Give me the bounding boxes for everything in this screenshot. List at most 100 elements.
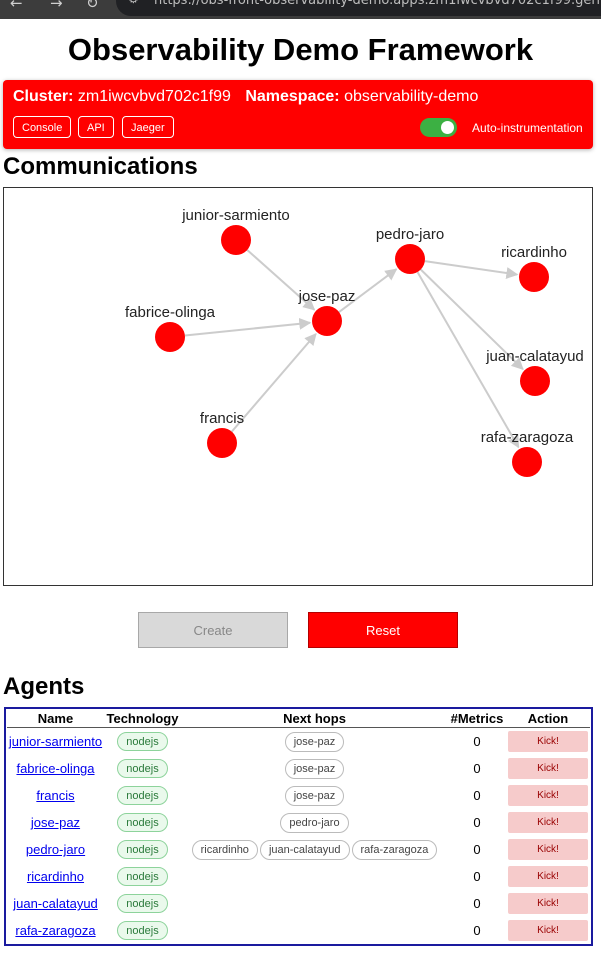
toggle-knob: [441, 121, 454, 134]
metrics-cell: 0: [473, 761, 481, 776]
kick-button[interactable]: Kick!: [508, 839, 588, 860]
graph-edge: [231, 332, 317, 433]
reset-button[interactable]: Reset: [308, 612, 458, 648]
action-cell: Kick!: [506, 863, 590, 890]
agent-link[interactable]: ricardinho: [27, 869, 84, 884]
agent-name-cell: fabrice-olinga: [7, 755, 104, 782]
technology-badge: nodejs: [117, 840, 168, 859]
graph-canvas[interactable]: junior-sarmiento fabrice-olinga francis jos…: [4, 188, 592, 585]
metrics-cell: 0: [473, 869, 481, 884]
jaeger-button[interactable]: Jaeger: [122, 116, 174, 138]
reload-icon[interactable]: ↻: [86, 0, 99, 12]
kick-button[interactable]: Kick!: [508, 920, 588, 941]
next-hops-cell: ricardinho juan-calatayud rafa-zaragoza: [181, 836, 448, 863]
agent-link[interactable]: junior-sarmiento: [9, 734, 102, 749]
technology-badge: nodejs: [117, 732, 168, 751]
column-header-metrics: #Metrics: [448, 710, 506, 728]
graph-node[interactable]: [512, 447, 542, 477]
site-info-icon[interactable]: ⚙: [128, 0, 139, 6]
agent-link[interactable]: fabrice-olinga: [16, 761, 94, 776]
action-cell: Kick!: [506, 728, 590, 756]
console-button[interactable]: Console: [13, 116, 72, 138]
agent-link[interactable]: jose-paz: [31, 815, 80, 830]
kick-button[interactable]: Kick!: [508, 758, 588, 779]
action-cell: Kick!: [506, 809, 590, 836]
agent-name-cell: juan-calatayud: [7, 890, 104, 917]
next-hops-cell: [181, 863, 448, 890]
agent-name-cell: rafa-zaragoza: [7, 917, 104, 944]
forward-icon[interactable]: →: [50, 0, 63, 12]
cluster-bar: Cluster: zm1iwcvbvd702c1f99 Namespace: o…: [3, 80, 593, 149]
api-button[interactable]: API: [78, 116, 114, 138]
graph-node[interactable]: [519, 262, 549, 292]
action-cell: Kick!: [506, 917, 590, 944]
technology-badge: nodejs: [117, 921, 168, 940]
back-icon[interactable]: ←: [10, 0, 23, 12]
next-hop-badge: ricardinho: [191, 839, 258, 860]
auto-instrumentation-toggle[interactable]: [420, 118, 457, 137]
agent-link[interactable]: juan-calatayud: [13, 896, 98, 911]
next-hop-badge: jose-paz: [284, 731, 345, 752]
agent-link[interactable]: pedro-jaro: [26, 842, 85, 857]
graph-node-label: junior-sarmiento: [181, 207, 290, 224]
table-row: pedro-jaro nodejs ricardinho juan-calatayud…: [7, 836, 590, 863]
technology-cell: nodejs: [104, 890, 181, 917]
column-header-action: Action: [506, 710, 590, 728]
kick-button[interactable]: Kick!: [508, 812, 588, 833]
graph-node-label: jose-paz: [298, 288, 356, 305]
graph-node[interactable]: [520, 366, 550, 396]
page-title: Observability Demo Framework: [67, 32, 534, 67]
graph-node-label: pedro-jaro: [376, 226, 444, 243]
column-header-name: Name: [7, 710, 104, 728]
next-hops-cell: jose-paz: [181, 782, 448, 809]
graph-node-label: ricardinho: [501, 244, 567, 261]
next-hop-badge: jose-paz: [284, 785, 345, 806]
technology-cell: nodejs: [104, 728, 181, 756]
table-row: jose-paz nodejs pedro-jaro 0 Kick!: [7, 809, 590, 836]
graph-edge: [424, 260, 519, 279]
next-hops-cell: [181, 890, 448, 917]
agents-heading: Agents: [3, 673, 85, 700]
graph-node[interactable]: [207, 428, 237, 458]
communications-graph[interactable]: junior-sarmiento fabrice-olinga francis jos…: [3, 187, 593, 586]
action-cell: Kick!: [506, 836, 590, 863]
action-cell: Kick!: [506, 755, 590, 782]
kick-button[interactable]: Kick!: [508, 866, 588, 887]
graph-node[interactable]: [155, 322, 185, 352]
technology-cell: nodejs: [104, 755, 181, 782]
kick-button[interactable]: Kick!: [508, 731, 588, 752]
technology-badge: nodejs: [117, 813, 168, 832]
agent-name-cell: jose-paz: [7, 809, 104, 836]
agent-name-cell: junior-sarmiento: [7, 728, 104, 756]
next-hops-cell: jose-paz: [181, 755, 448, 782]
cluster-value: zm1iwcvbvd702c1f99: [77, 88, 231, 105]
auto-instrumentation-label: Auto-instrumentation: [472, 121, 583, 135]
technology-cell: nodejs: [104, 782, 181, 809]
graph-node[interactable]: [221, 225, 251, 255]
graph-node-label: juan-calatayud: [485, 348, 584, 365]
namespace-value: observability-demo: [344, 88, 479, 105]
create-button[interactable]: Create: [138, 612, 288, 648]
agent-link[interactable]: francis: [36, 788, 74, 803]
kick-button[interactable]: Kick!: [508, 893, 588, 914]
technology-badge: nodejs: [117, 759, 168, 778]
cluster-info: Cluster: zm1iwcvbvd702c1f99 Namespace: o…: [13, 88, 478, 106]
action-cell: Kick!: [506, 890, 590, 917]
agents-table: Name Technology Next hops #Metrics Actio…: [7, 710, 590, 944]
url-text: https://obs-front-observability-demo.app…: [154, 0, 601, 8]
metrics-cell: 0: [473, 842, 481, 857]
kick-button[interactable]: Kick!: [508, 785, 588, 806]
table-row: juan-calatayud nodejs 0 Kick!: [7, 890, 590, 917]
graph-node[interactable]: [395, 244, 425, 274]
agent-link[interactable]: rafa-zaragoza: [15, 923, 95, 938]
table-row: fabrice-olinga nodejs jose-paz 0 Kick!: [7, 755, 590, 782]
namespace-label: Namespace:: [245, 88, 340, 105]
graph-edge: [184, 317, 312, 337]
action-cell: Kick!: [506, 782, 590, 809]
technology-cell: nodejs: [104, 917, 181, 944]
next-hops-cell: [181, 917, 448, 944]
browser-toolbar: ← → ↻ ⚙ https://obs-front-observability-…: [0, 0, 601, 19]
graph-node[interactable]: [312, 306, 342, 336]
metrics-cell: 0: [473, 923, 481, 938]
table-row: junior-sarmiento nodejs jose-paz 0 Kick!: [7, 728, 590, 756]
